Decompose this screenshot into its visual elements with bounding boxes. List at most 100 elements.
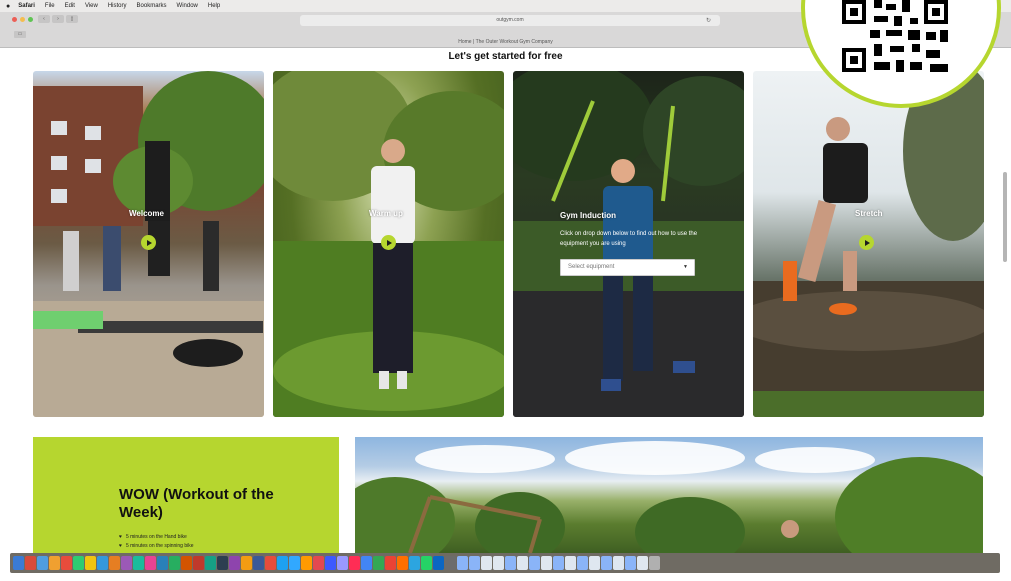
card-warm-up-label: Warm up (369, 209, 403, 218)
app-icon[interactable] (25, 556, 36, 570)
photoshop-icon[interactable] (289, 556, 300, 570)
menu-window[interactable]: Window (177, 3, 198, 9)
folder-icon[interactable] (457, 556, 468, 570)
folder-icon[interactable] (601, 556, 612, 570)
dock (10, 553, 1000, 573)
page-scrollbar[interactable] (1003, 172, 1007, 262)
document-icon[interactable] (589, 556, 600, 570)
nav-buttons: ‹ › ▯ (38, 15, 78, 23)
premiere-icon[interactable] (337, 556, 348, 570)
app-icon[interactable] (409, 556, 420, 570)
app-icon[interactable] (433, 556, 444, 570)
app-icon[interactable] (157, 556, 168, 570)
folder-icon[interactable] (505, 556, 516, 570)
document-icon[interactable] (517, 556, 528, 570)
gym-induction-description: Click on drop down below to find out how… (560, 231, 698, 247)
trash-icon[interactable] (649, 556, 660, 570)
folder-icon[interactable] (553, 556, 564, 570)
chevron-down-icon: ▼ (683, 264, 688, 270)
app-icon[interactable] (253, 556, 264, 570)
card-welcome[interactable]: Welcome (33, 71, 264, 417)
play-icon[interactable] (859, 235, 874, 250)
apple-logo-icon[interactable]: ● (6, 3, 10, 10)
equipment-select[interactable]: Select equipment ▼ (560, 259, 695, 276)
back-button[interactable]: ‹ (38, 15, 50, 23)
app-icon[interactable] (73, 556, 84, 570)
app-icon[interactable] (169, 556, 180, 570)
sidebar-toggle-button[interactable]: ▯ (66, 15, 78, 23)
menu-file[interactable]: File (45, 3, 55, 9)
app-icon[interactable] (85, 556, 96, 570)
app-icon[interactable] (349, 556, 360, 570)
outdoor-gym-photo (355, 437, 983, 553)
app-icon[interactable] (397, 556, 408, 570)
window-controls (12, 17, 33, 22)
qr-code-icon (842, 0, 948, 72)
folder-icon[interactable] (529, 556, 540, 570)
wow-title: WOW (Workout of the Week) (119, 486, 274, 521)
zoom-window-button[interactable] (28, 17, 33, 22)
menu-bookmarks[interactable]: Bookmarks (137, 3, 167, 9)
app-icon[interactable] (217, 556, 228, 570)
app-icon[interactable] (49, 556, 60, 570)
app-icon[interactable] (193, 556, 204, 570)
menu-edit[interactable]: Edit (65, 3, 75, 9)
wow-item: 5 minutes on the spinning bike (119, 542, 194, 551)
card-warm-up[interactable]: Warm up (273, 71, 504, 417)
document-icon[interactable] (637, 556, 648, 570)
share-icon[interactable]: ▭ (14, 31, 26, 38)
app-icon[interactable] (241, 556, 252, 570)
app-icon[interactable] (313, 556, 324, 570)
app-icon[interactable] (61, 556, 72, 570)
app-icon[interactable] (97, 556, 108, 570)
forward-button[interactable]: › (52, 15, 64, 23)
document-icon[interactable] (481, 556, 492, 570)
app-icon[interactable] (265, 556, 276, 570)
app-icon[interactable] (133, 556, 144, 570)
wow-panel: WOW (Workout of the Week) 5 minutes on t… (33, 437, 339, 553)
menu-history[interactable]: History (108, 3, 127, 9)
equipment-select-value: Select equipment (568, 264, 615, 270)
document-icon[interactable] (565, 556, 576, 570)
card-stretch[interactable]: Stretch (753, 71, 984, 417)
card-welcome-label: Welcome (129, 209, 164, 218)
app-icon[interactable] (421, 556, 432, 570)
menu-view[interactable]: View (85, 3, 98, 9)
web-page: Let's get started for free Welcome Warm … (0, 48, 1011, 553)
chrome-icon[interactable] (361, 556, 372, 570)
folder-icon[interactable] (625, 556, 636, 570)
finder-icon[interactable] (13, 556, 24, 570)
gym-frame-graphic (408, 495, 799, 553)
document-icon[interactable] (613, 556, 624, 570)
app-icon[interactable] (277, 556, 288, 570)
folder-icon[interactable] (469, 556, 480, 570)
app-icon[interactable] (181, 556, 192, 570)
folder-icon[interactable] (577, 556, 588, 570)
app-icon[interactable] (121, 556, 132, 570)
card-gym-induction-label: Gym Induction (560, 211, 616, 220)
app-icon[interactable] (445, 556, 456, 570)
app-icon[interactable] (205, 556, 216, 570)
app-icon[interactable] (145, 556, 156, 570)
menu-help[interactable]: Help (208, 3, 220, 9)
document-icon[interactable] (541, 556, 552, 570)
play-icon[interactable] (141, 235, 156, 250)
card-gym-induction[interactable]: Gym Induction Click on drop down below t… (513, 71, 744, 417)
app-icon[interactable] (109, 556, 120, 570)
app-icon[interactable] (385, 556, 396, 570)
document-icon[interactable] (493, 556, 504, 570)
wow-item: 5 minutes on the Hand bike (119, 533, 194, 542)
close-window-button[interactable] (12, 17, 17, 22)
app-icon[interactable] (229, 556, 240, 570)
address-bar[interactable]: outgym.com (300, 15, 720, 26)
wow-list: 5 minutes on the Hand bike 5 minutes on … (119, 533, 194, 551)
app-icon[interactable] (37, 556, 48, 570)
minimize-window-button[interactable] (20, 17, 25, 22)
card-stretch-label: Stretch (855, 209, 883, 218)
menu-safari[interactable]: Safari (18, 3, 35, 9)
illustrator-icon[interactable] (301, 556, 312, 570)
app-icon[interactable] (325, 556, 336, 570)
app-icon[interactable] (373, 556, 384, 570)
reload-icon[interactable]: ↻ (706, 17, 711, 24)
play-icon[interactable] (381, 235, 396, 250)
